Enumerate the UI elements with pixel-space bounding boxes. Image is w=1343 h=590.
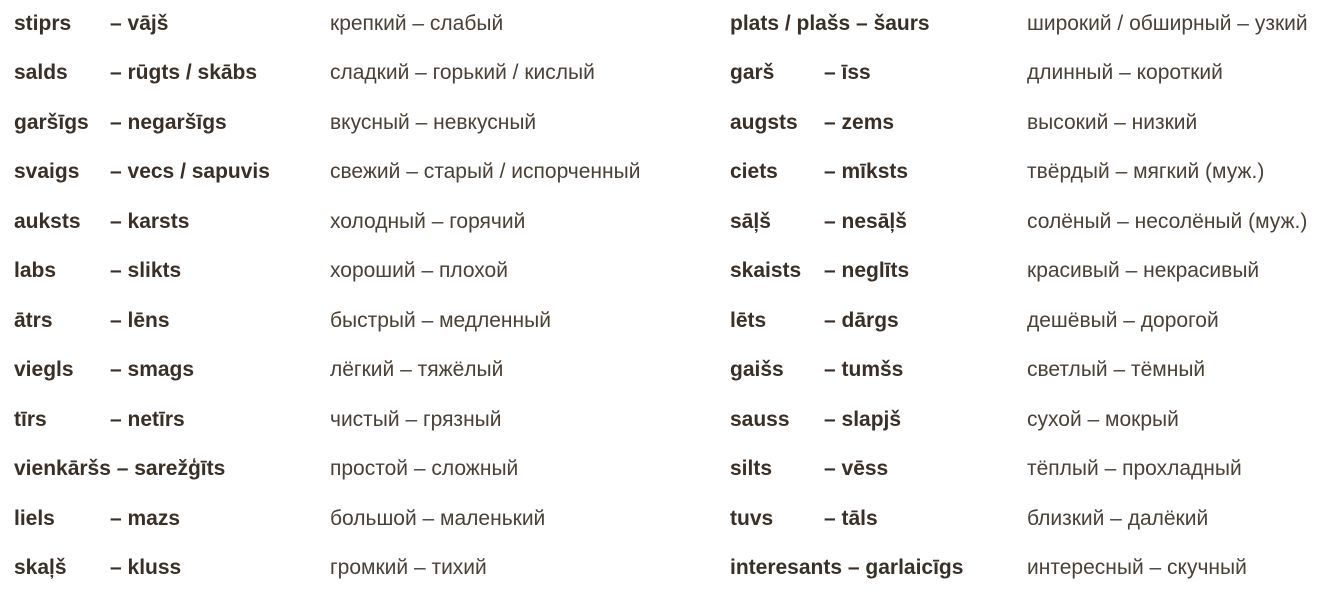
table-row: labs – slikts хороший – плохой skaists –… [0,256,1343,286]
table-row: liels – mazs большой – маленький tuvs – … [0,504,1343,534]
latvian-antonym: – lēns [110,309,170,332]
russian-translation: быстрый – медленный [330,309,551,332]
latvian-word: lēts [730,309,767,332]
russian-translation: громкий – тихий [330,556,487,579]
latvian-word: tīrs [14,408,47,431]
russian-translation: простой – сложный [330,457,519,480]
russian-translation: лёгкий – тяжёлый [330,358,504,381]
russian-translation: светлый – тёмный [1027,358,1206,381]
table-row: tīrs – netīrs чистый – грязный sauss – s… [0,405,1343,435]
latvian-word: garšīgs [14,111,89,134]
latvian-antonym: – vecs / sapuvis [110,160,270,183]
latvian-antonym: – zems [824,111,895,134]
table-row: salds – rūgts / skābs сладкий – горький … [0,58,1343,88]
latvian-word: liels [14,507,55,530]
russian-translation: тёплый – прохладный [1027,457,1242,480]
table-row: skaļš – kluss громкий – тихий interesant… [0,553,1343,583]
table-row: ātrs – lēns быстрый – медленный lēts – d… [0,306,1343,336]
latvian-word: svaigs [14,160,80,183]
latvian-antonym: – vājš [110,12,169,35]
latvian-word: silts [730,457,773,480]
latvian-word: labs [14,259,57,282]
russian-translation: интересный – скучный [1027,556,1247,579]
russian-translation: длинный – короткий [1027,61,1223,84]
russian-translation: солёный – несолёный (муж.) [1027,210,1308,233]
latvian-word: skaists [730,259,802,282]
latvian-word: ciets [730,160,778,183]
latvian-word: ātrs [14,309,53,332]
latvian-word: vienkāršs – sarežģīts [14,457,226,480]
latvian-word: viegls [14,358,74,381]
latvian-antonym: – smags [110,358,195,381]
table-row: viegls – smags лёгкий – тяжёлый gaišs – … [0,355,1343,385]
latvian-word: garš [730,61,775,84]
russian-translation: холодный – горячий [330,210,526,233]
latvian-antonym: – mīksts [824,160,909,183]
russian-translation: близкий – далёкий [1027,507,1209,530]
latvian-antonym: – mazs [110,507,181,530]
latvian-antonym: – tāls [824,507,878,530]
latvian-word: augsts [730,111,798,134]
latvian-word: tuvs [730,507,774,530]
latvian-word: skaļš [14,556,67,579]
latvian-word: sauss [730,408,790,431]
table-row: garšīgs – negaršīgs вкусный – невкусный … [0,108,1343,138]
russian-translation: большой – маленький [330,507,546,530]
latvian-antonym: – vēss [824,457,889,480]
russian-translation: хороший – плохой [330,259,508,282]
russian-translation: сухой – мокрый [1027,408,1179,431]
latvian-antonym: – netīrs [110,408,185,431]
table-row: svaigs – vecs / sapuvis свежий – старый … [0,157,1343,187]
latvian-antonym: – nesāļš [824,210,907,233]
latvian-word: salds [14,61,68,84]
latvian-antonym: – kluss [110,556,182,579]
russian-translation: красивый – некрасивый [1027,259,1260,282]
latvian-antonym: – negaršīgs [110,111,227,134]
latvian-antonym: – tumšs [824,358,904,381]
russian-translation: свежий – старый / испорченный [330,160,641,183]
latvian-word: auksts [14,210,81,233]
russian-translation: дешёвый – дорогой [1027,309,1219,332]
russian-translation: вкусный – невкусный [330,111,537,134]
russian-translation: твёрдый – мягкий (муж.) [1027,160,1265,183]
latvian-antonym: – karsts [110,210,190,233]
vocabulary-table: stiprs – vājš крепкий – слабый plats / p… [0,0,1343,590]
russian-translation: чистый – грязный [330,408,502,431]
latvian-antonym: – slikts [110,259,182,282]
latvian-antonym: – neglīts [824,259,910,282]
latvian-word: sāļš [730,210,771,233]
russian-translation: широкий / обширный – узкий [1027,12,1308,35]
table-row: stiprs – vājš крепкий – слабый plats / p… [0,9,1343,39]
russian-translation: крепкий – слабый [330,12,504,35]
latvian-antonym: – dārgs [824,309,899,332]
table-row: vienkāršs – sarežģīts простой – сложный … [0,454,1343,484]
latvian-word: gaišs [730,358,784,381]
russian-translation: высокий – низкий [1027,111,1198,134]
table-row: auksts – karsts холодный – горячий sāļš … [0,207,1343,237]
latvian-antonym: – slapjš [824,408,902,431]
latvian-antonym: – īss [824,61,871,84]
latvian-word: plats / plašs – šaurs [730,12,930,35]
russian-translation: сладкий – горький / кислый [330,61,595,84]
latvian-word: stiprs [14,12,72,35]
latvian-antonym: – rūgts / skābs [110,61,258,84]
latvian-word: interesants – garlaicīgs [730,556,964,579]
